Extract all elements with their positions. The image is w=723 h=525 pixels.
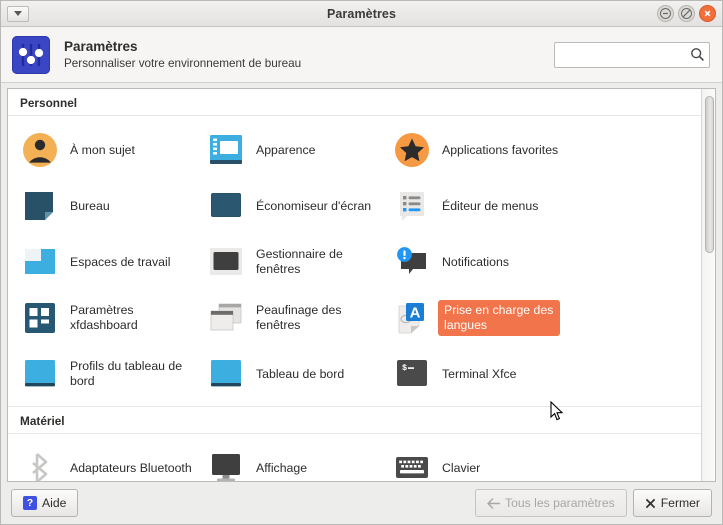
window-menu-button[interactable] — [7, 5, 29, 22]
settings-item-a-mon-sujet[interactable]: À mon sujet — [18, 122, 198, 178]
xfdashboard-grid-icon — [20, 298, 60, 338]
search-icon[interactable] — [689, 47, 705, 62]
settings-item-editeur-de-menus[interactable]: Éditeur de menus — [390, 178, 570, 234]
settings-item-label: Apparence — [256, 142, 316, 157]
settings-item-label: Terminal Xfce — [442, 366, 517, 381]
settings-item-label: Tableau de bord — [256, 366, 345, 381]
panel-profiles-icon — [20, 354, 60, 394]
settings-item-affichage[interactable]: Affichage — [204, 440, 384, 481]
app-header: Paramètres Personnaliser votre environne… — [1, 27, 722, 83]
settings-item-adaptateurs-bluetooth[interactable]: Adaptateurs Bluetooth — [18, 440, 198, 481]
settings-item-economiseur-decran[interactable]: Économiseur d'écran — [204, 178, 384, 234]
star-favorites-icon — [392, 130, 432, 170]
page-subtitle: Personnaliser votre environnement de bur… — [64, 56, 302, 70]
vertical-scrollbar[interactable] — [701, 89, 715, 481]
settings-sliders-icon — [12, 35, 50, 74]
scroll-area[interactable]: Personnel À mon sujet Apparence Applicat… — [8, 89, 701, 481]
desktop-wallpaper-icon — [20, 186, 60, 226]
settings-item-label: Affichage — [256, 460, 308, 475]
settings-item-label: Économiseur d'écran — [256, 198, 372, 213]
display-monitor-icon — [206, 448, 246, 481]
titlebar: Paramètres — [1, 1, 722, 27]
close-dialog-button[interactable]: Fermer — [632, 489, 712, 517]
workspaces-icon — [20, 242, 60, 282]
settings-item-label: Espaces de travail — [70, 254, 171, 269]
close-button[interactable] — [699, 5, 716, 22]
window-controls — [657, 5, 716, 22]
page-title: Paramètres — [64, 38, 138, 54]
help-button-label: Aide — [42, 496, 67, 510]
language-support-icon: A — [392, 298, 432, 338]
window-title: Paramètres — [326, 6, 397, 21]
settings-item-label: Clavier — [442, 460, 481, 475]
maximize-icon — [681, 8, 692, 19]
keyboard-icon — [392, 448, 432, 481]
settings-item-parametres-xfdashboard[interactable]: Paramètres xfdashboard — [18, 290, 198, 346]
x-icon — [645, 498, 655, 508]
settings-item-prise-en-charge-des-langues[interactable]: A Prise en charge des langues — [390, 290, 570, 346]
minimize-icon — [660, 8, 671, 19]
section-header-personnel: Personnel — [8, 89, 701, 116]
appearance-theme-icon — [206, 130, 246, 170]
settings-item-label: Notifications — [442, 254, 509, 269]
all-settings-button-label: Tous les paramètres — [504, 496, 615, 510]
user-avatar-icon — [20, 130, 60, 170]
search-input[interactable] — [561, 47, 689, 62]
terminal-icon: $ — [392, 354, 432, 394]
question-mark-icon: ? — [23, 496, 37, 510]
settings-item-apparence[interactable]: Apparence — [204, 122, 384, 178]
arrow-left-icon — [487, 497, 500, 509]
help-button[interactable]: ? Aide — [11, 489, 79, 517]
svg-text:$: $ — [402, 363, 407, 373]
search-box[interactable] — [554, 41, 710, 68]
settings-item-label: Peaufinage des fenêtres — [256, 303, 342, 332]
settings-item-label: Applications favorites — [442, 142, 559, 157]
window-tweaks-icon — [206, 298, 246, 338]
settings-item-tableau-de-bord[interactable]: Tableau de bord — [204, 346, 384, 402]
header-text-block: Paramètres Personnaliser votre environne… — [64, 38, 554, 72]
settings-item-label: Bureau — [70, 198, 110, 213]
settings-item-terminal-xfce[interactable]: $ Terminal Xfce — [390, 346, 570, 402]
minimize-button[interactable] — [657, 5, 674, 22]
svg-text:A: A — [410, 305, 421, 322]
notification-bubble-icon — [392, 242, 432, 282]
settings-item-label: Paramètres xfdashboard — [70, 303, 138, 332]
settings-item-gestionnaire-de-fenetres[interactable]: Gestionnaire de fenêtres — [204, 234, 384, 290]
maximize-button[interactable] — [678, 5, 695, 22]
window-manager-icon — [206, 242, 246, 282]
section-grid-materiel: Adaptateurs Bluetooth Affichage Clavier — [8, 434, 701, 481]
settings-item-espaces-de-travail[interactable]: Espaces de travail — [18, 234, 198, 290]
settings-item-label: Prise en charge des langues — [438, 300, 560, 336]
settings-item-profils-du-tableau-de-bord[interactable]: Profils du tableau de bord — [18, 346, 198, 402]
settings-item-notifications[interactable]: Notifications — [390, 234, 570, 290]
footer-bar: ? Aide Tous les paramètres Fermer — [1, 482, 722, 524]
section-grid-personnel: À mon sujet Apparence Applications favor… — [8, 116, 701, 406]
settings-item-peaufinage-des-fenetres[interactable]: Peaufinage des fenêtres — [204, 290, 384, 346]
settings-item-clavier[interactable]: Clavier — [390, 440, 570, 481]
settings-item-bureau[interactable]: Bureau — [18, 178, 198, 234]
settings-item-applications-favorites[interactable]: Applications favorites — [390, 122, 570, 178]
panel-icon — [206, 354, 246, 394]
settings-item-label: À mon sujet — [70, 142, 135, 157]
screensaver-icon — [206, 186, 246, 226]
section-header-materiel: Matériel — [8, 407, 701, 434]
close-icon — [704, 10, 711, 17]
menu-editor-icon — [392, 186, 432, 226]
chevron-down-icon — [14, 11, 22, 16]
settings-window: Paramètres Paramètres Personnaliser votr… — [0, 0, 723, 525]
settings-item-label: Profils du tableau de bord — [70, 359, 183, 388]
scrollbar-thumb[interactable] — [705, 96, 714, 253]
settings-item-label: Gestionnaire de fenêtres — [256, 247, 343, 276]
settings-item-label: Adaptateurs Bluetooth — [70, 460, 192, 475]
all-settings-button[interactable]: Tous les paramètres — [474, 489, 627, 517]
bluetooth-icon — [20, 448, 60, 481]
settings-item-label: Éditeur de menus — [442, 198, 539, 213]
settings-list-panel: Personnel À mon sujet Apparence Applicat… — [7, 88, 716, 482]
close-dialog-button-label: Fermer — [660, 496, 700, 510]
